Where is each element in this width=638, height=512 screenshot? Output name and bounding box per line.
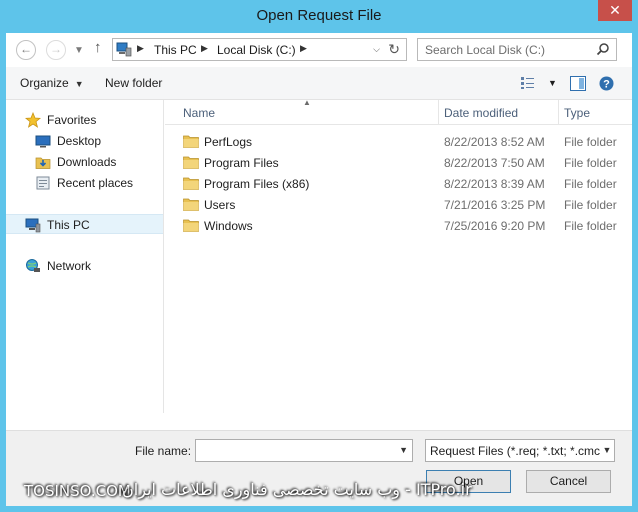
address-dropdown-icon[interactable]: ⌵: [373, 44, 380, 55]
table-row[interactable]: PerfLogs 8/22/2013 8:52 AM File folder: [165, 131, 632, 152]
sidebar-item-network[interactable]: Network: [6, 256, 163, 276]
folder-icon: [183, 177, 199, 190]
organize-button[interactable]: Organize ▼: [20, 76, 84, 90]
change-view-icon[interactable]: [520, 76, 536, 90]
column-divider[interactable]: [558, 100, 559, 125]
file-date: 7/25/2016 9:20 PM: [444, 219, 546, 233]
sidebar-item-label: Desktop: [57, 134, 102, 148]
svg-text:?: ?: [603, 79, 610, 91]
navigation-pane: Favorites Desktop Downloads Recent place…: [6, 100, 164, 413]
folder-icon: [183, 198, 199, 211]
file-name-field[interactable]: ▼: [195, 439, 413, 462]
downloads-icon: [35, 157, 51, 169]
open-button[interactable]: Open: [426, 470, 511, 493]
sidebar-item-label: Downloads: [57, 155, 117, 169]
file-date: 8/22/2013 8:52 AM: [444, 135, 545, 149]
file-date: 8/22/2013 7:50 AM: [444, 156, 545, 170]
table-row[interactable]: Program Files 8/22/2013 7:50 AM File fol…: [165, 152, 632, 173]
sidebar-item-desktop[interactable]: Desktop: [6, 131, 163, 151]
dialog-footer: File name: ▼ Request Files (*.req; *.txt…: [6, 430, 632, 506]
command-toolbar: Organize ▼ New folder ▼ ?: [6, 67, 632, 100]
file-type: File folder: [564, 219, 617, 233]
sidebar-item-label: This PC: [47, 218, 90, 232]
breadcrumb-local-disk[interactable]: Local Disk (C:): [217, 43, 296, 57]
computer-icon: [25, 218, 41, 233]
file-type-filter-value: Request Files (*.req; *.txt; *.cmc: [430, 444, 601, 458]
file-type: File folder: [564, 177, 617, 191]
chevron-down-icon: ▼: [74, 79, 84, 89]
star-icon: [25, 112, 41, 128]
forward-arrow-icon: →: [50, 42, 62, 56]
column-divider[interactable]: [438, 100, 439, 125]
new-folder-button[interactable]: New folder: [105, 76, 162, 90]
file-name: PerfLogs: [204, 135, 253, 149]
file-type-filter[interactable]: Request Files (*.req; *.txt; *.cmc ▼: [425, 439, 615, 462]
file-name: Program Files: [204, 156, 279, 170]
chevron-down-icon[interactable]: ▼: [399, 445, 408, 455]
preview-pane-icon[interactable]: [570, 76, 586, 91]
table-row[interactable]: Windows 7/25/2016 9:20 PM File folder: [165, 215, 632, 236]
forward-button[interactable]: →: [46, 40, 66, 60]
column-header-date-modified[interactable]: Date modified: [444, 106, 518, 120]
window-title: Open Request File: [256, 7, 382, 24]
refresh-icon[interactable]: ↻: [388, 41, 400, 58]
breadcrumb-this-pc[interactable]: This PC: [154, 43, 197, 57]
breadcrumb-separator-icon[interactable]: ▶: [201, 43, 208, 54]
file-name: Program Files (x86): [204, 177, 310, 191]
cancel-button[interactable]: Cancel: [526, 470, 611, 493]
file-type: File folder: [564, 156, 617, 170]
recent-locations-dropdown-icon[interactable]: ▼: [74, 45, 84, 56]
sidebar-item-downloads[interactable]: Downloads: [6, 152, 163, 172]
folder-icon: [183, 135, 199, 148]
sidebar-item-recent-places[interactable]: Recent places: [6, 173, 163, 193]
sidebar-item-favorites[interactable]: Favorites: [6, 110, 163, 130]
chevron-down-icon[interactable]: ▼: [600, 440, 614, 461]
sidebar-item-label: Recent places: [57, 176, 134, 190]
folder-icon: [183, 156, 199, 169]
file-name: Windows: [204, 219, 253, 233]
dialog-client-area: ← → ▼ ↑ ▶ This PC ▶ Local Disk (C:) ▶ ⌵ …: [6, 33, 632, 506]
open-file-dialog: Open Request File ✕ ← → ▼ ↑ ▶ This PC ▶: [0, 0, 638, 512]
sort-ascending-icon: ▲: [303, 98, 311, 107]
table-row[interactable]: Program Files (x86) 8/22/2013 8:39 AM Fi…: [165, 173, 632, 194]
file-list: ▲ Name Date modified Type PerfLogs 8/22/…: [165, 98, 632, 463]
table-row[interactable]: Users 7/21/2016 3:25 PM File folder: [165, 194, 632, 215]
file-date: 7/21/2016 3:25 PM: [444, 198, 546, 212]
file-date: 8/22/2013 8:39 AM: [444, 177, 545, 191]
search-icon[interactable]: [596, 42, 610, 56]
file-type: File folder: [564, 135, 617, 149]
organize-label: Organize: [20, 76, 69, 90]
navigation-bar: ← → ▼ ↑ ▶ This PC ▶ Local Disk (C:) ▶ ⌵ …: [6, 33, 632, 67]
file-type: File folder: [564, 198, 617, 212]
network-icon: [26, 259, 40, 272]
view-options-dropdown-icon[interactable]: ▼: [548, 78, 557, 88]
computer-drive-icon: [116, 42, 132, 57]
desktop-icon: [35, 135, 51, 148]
sidebar-item-label: Network: [47, 259, 92, 273]
back-button[interactable]: ←: [16, 40, 36, 60]
breadcrumb-separator-icon[interactable]: ▶: [300, 43, 307, 54]
folder-icon: [183, 219, 199, 232]
search-box[interactable]: Search Local Disk (C:): [417, 38, 617, 61]
column-header-name[interactable]: Name: [183, 106, 215, 120]
up-arrow-icon[interactable]: ↑: [94, 39, 102, 56]
file-name-label: File name:: [135, 444, 192, 458]
recent-places-icon: [36, 176, 50, 190]
title-bar[interactable]: Open Request File ✕: [0, 0, 638, 33]
search-placeholder: Search Local Disk (C:): [425, 43, 546, 57]
sidebar-item-label: Favorites: [47, 113, 97, 127]
help-icon[interactable]: ?: [599, 76, 614, 91]
close-button[interactable]: ✕: [598, 0, 632, 21]
column-header-row: ▲ Name Date modified Type: [165, 98, 632, 125]
address-bar[interactable]: ▶ This PC ▶ Local Disk (C:) ▶ ⌵ ↻: [112, 38, 407, 61]
column-header-type[interactable]: Type: [564, 106, 590, 120]
breadcrumb-separator-icon: ▶: [137, 43, 144, 53]
back-arrow-icon: ←: [20, 42, 32, 56]
file-name: Users: [204, 198, 236, 212]
sidebar-item-this-pc[interactable]: This PC: [6, 214, 163, 234]
